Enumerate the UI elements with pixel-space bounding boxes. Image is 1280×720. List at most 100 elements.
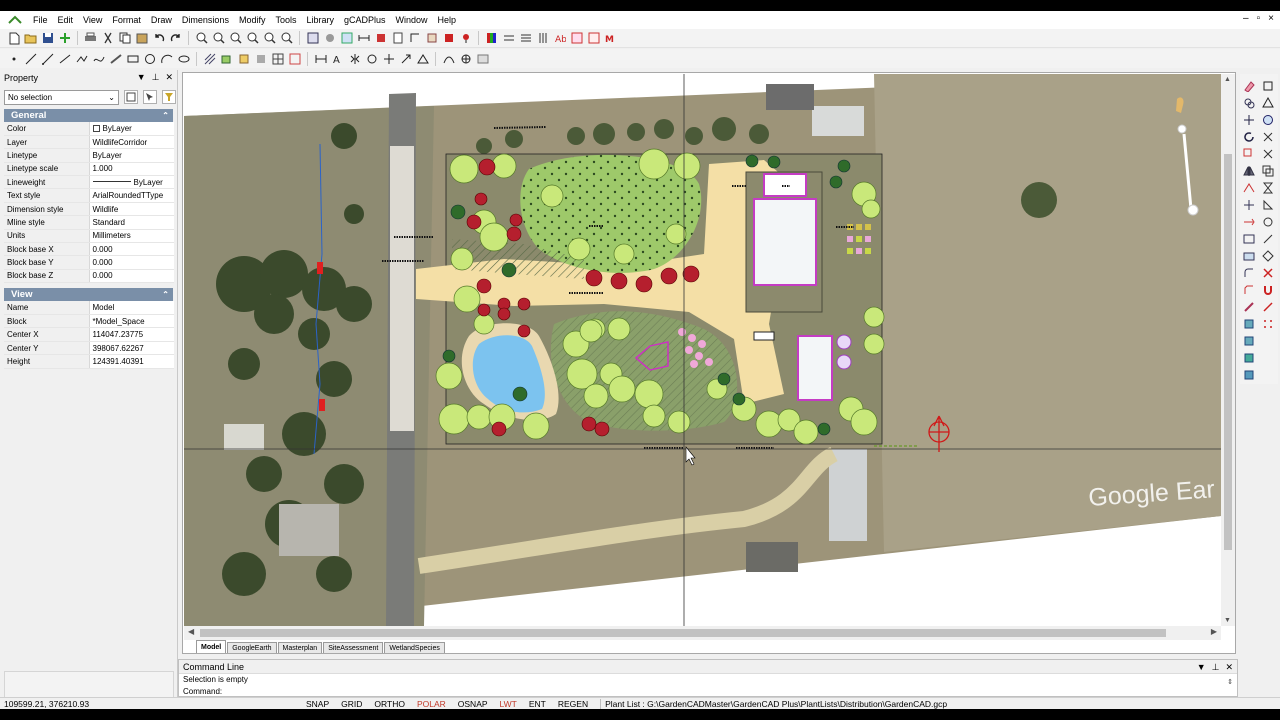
explode-icon[interactable] <box>1242 299 1256 314</box>
ortho-toggle[interactable]: ORTHO <box>368 699 411 709</box>
delete-cross-icon[interactable] <box>1261 265 1275 280</box>
view-section-header[interactable]: View ⌃ <box>4 288 173 302</box>
property-row[interactable]: Block base Y 0.000 <box>4 255 174 270</box>
tab-model[interactable]: Model <box>196 640 227 653</box>
undo-circle-icon[interactable] <box>1261 214 1275 229</box>
table-icon[interactable] <box>270 51 285 66</box>
regen-toggle[interactable]: REGEN <box>552 699 594 709</box>
diamond-icon[interactable] <box>1261 248 1275 263</box>
horizontal-scroll-thumb[interactable] <box>200 629 1166 637</box>
cross-icon[interactable] <box>1261 146 1275 161</box>
multiline-text-icon[interactable]: A <box>330 51 345 66</box>
property-row[interactable]: Center Y 398067.62267 <box>4 341 174 356</box>
menu-view[interactable]: View <box>78 11 107 29</box>
menu-window[interactable]: Window <box>391 11 433 29</box>
property-row[interactable]: Block base X 0.000 <box>4 242 174 257</box>
stretch-object-icon[interactable] <box>1242 180 1256 195</box>
insert-block-icon[interactable] <box>219 51 234 66</box>
close-panel-icon[interactable]: ✕ <box>1225 660 1233 674</box>
block-icon[interactable] <box>373 31 388 46</box>
rotate-object-icon[interactable] <box>1242 129 1256 144</box>
menu-modify[interactable]: Modify <box>234 11 271 29</box>
color-bars-icon[interactable] <box>484 31 499 46</box>
corner-icon[interactable] <box>407 31 422 46</box>
polygon-select-icon[interactable] <box>1261 95 1275 110</box>
snap-toggle[interactable]: SNAP <box>300 699 335 709</box>
property-row[interactable]: Linetype ByLayer <box>4 148 174 163</box>
minimize-button[interactable]: – <box>1243 13 1249 24</box>
scroll-right-icon[interactable]: ▶ <box>1211 627 1217 636</box>
mirror-object-icon[interactable] <box>1242 163 1256 178</box>
layers-icon[interactable] <box>305 31 320 46</box>
mirror-icon[interactable] <box>347 51 362 66</box>
close-panel-icon[interactable]: ✕ <box>165 72 173 83</box>
scale-icon[interactable] <box>398 51 413 66</box>
freehand-icon[interactable] <box>108 51 123 66</box>
ungroup-icon[interactable] <box>1242 350 1256 365</box>
break-icon[interactable] <box>1242 231 1256 246</box>
menu-format[interactable]: Format <box>107 11 146 29</box>
polyline-icon[interactable] <box>74 51 89 66</box>
table-grid-icon[interactable] <box>287 51 302 66</box>
columns-icon[interactable] <box>535 31 550 46</box>
ray-icon[interactable] <box>40 51 55 66</box>
hatch-tool-icon[interactable] <box>202 51 217 66</box>
zoom-extents-icon[interactable] <box>245 31 260 46</box>
menu-dimensions[interactable]: Dimensions <box>177 11 234 29</box>
trim-icon[interactable] <box>1242 197 1256 212</box>
tab-siteassessment[interactable]: SiteAssessment <box>323 642 384 653</box>
panel-dropdown-icon[interactable]: ▼ <box>137 72 146 83</box>
erase-icon[interactable] <box>1242 78 1256 93</box>
command-scroll-icon[interactable]: ⇕ <box>1227 678 1233 686</box>
arc-icon[interactable] <box>159 51 174 66</box>
save-icon[interactable] <box>40 31 55 46</box>
menu-edit[interactable]: Edit <box>53 11 79 29</box>
slash-icon[interactable] <box>1261 231 1275 246</box>
open-folder-icon[interactable] <box>23 31 38 46</box>
property-row[interactable]: Dimension style Wildlife <box>4 202 174 217</box>
property-row[interactable]: Units Millimeters <box>4 229 174 244</box>
plant-red-icon[interactable] <box>441 31 456 46</box>
zoom-all-icon[interactable] <box>262 31 277 46</box>
zoom-previous-icon[interactable] <box>279 31 294 46</box>
pin-panel-icon[interactable]: ⊥ <box>1212 660 1220 674</box>
draworder-icon[interactable] <box>1242 367 1256 382</box>
chamfer-icon[interactable] <box>1242 282 1256 297</box>
undo-icon[interactable] <box>151 31 166 46</box>
model-viewport[interactable]: Google Ear <box>184 74 1221 626</box>
plant-list-path[interactable]: Plant List : G:\GardenCADMaster\GardenCA… <box>600 698 947 709</box>
property-row[interactable]: Linetype scale 1.000 <box>4 162 174 177</box>
scroll-left-icon[interactable]: ◀ <box>188 627 194 636</box>
region-icon[interactable] <box>253 51 268 66</box>
property-row[interactable]: Height 124391.40391 <box>4 354 174 369</box>
snap-settings-icon[interactable] <box>458 51 473 66</box>
join-icon[interactable] <box>1242 248 1256 263</box>
cut-icon[interactable] <box>100 31 115 46</box>
display-icon[interactable] <box>475 51 490 66</box>
line-icon[interactable] <box>57 51 72 66</box>
point-icon[interactable] <box>6 51 21 66</box>
menu-gcadplus[interactable]: gCADPlus <box>339 11 391 29</box>
property-row[interactable]: Block base Z 0.000 <box>4 269 174 284</box>
copy-object-icon[interactable] <box>1242 95 1256 110</box>
print-icon[interactable] <box>83 31 98 46</box>
ent-toggle[interactable]: ENT <box>523 699 552 709</box>
rotate-icon[interactable] <box>364 51 379 66</box>
zoom-window-icon[interactable] <box>228 31 243 46</box>
menu-draw[interactable]: Draw <box>146 11 177 29</box>
scale-object-icon[interactable] <box>1242 146 1256 161</box>
layer-copy-icon[interactable] <box>1261 163 1275 178</box>
offset-icon[interactable] <box>441 51 456 66</box>
hatch-icon[interactable] <box>424 31 439 46</box>
menu-file[interactable]: File <box>28 11 53 29</box>
osnap-toggle[interactable]: OSNAP <box>452 699 494 709</box>
copy-icon[interactable] <box>117 31 132 46</box>
property-row[interactable]: Lineweight ByLayer <box>4 175 174 190</box>
fillet-icon[interactable] <box>1242 265 1256 280</box>
stretch-icon[interactable] <box>415 51 430 66</box>
property-row[interactable]: Text style ArialRoundedTType <box>4 188 174 203</box>
plant-list-icon[interactable] <box>586 31 601 46</box>
menu-tools[interactable]: Tools <box>270 11 301 29</box>
dim-linear-icon[interactable] <box>313 51 328 66</box>
site-plan-canvas[interactable]: Google Ear <box>184 74 1221 626</box>
